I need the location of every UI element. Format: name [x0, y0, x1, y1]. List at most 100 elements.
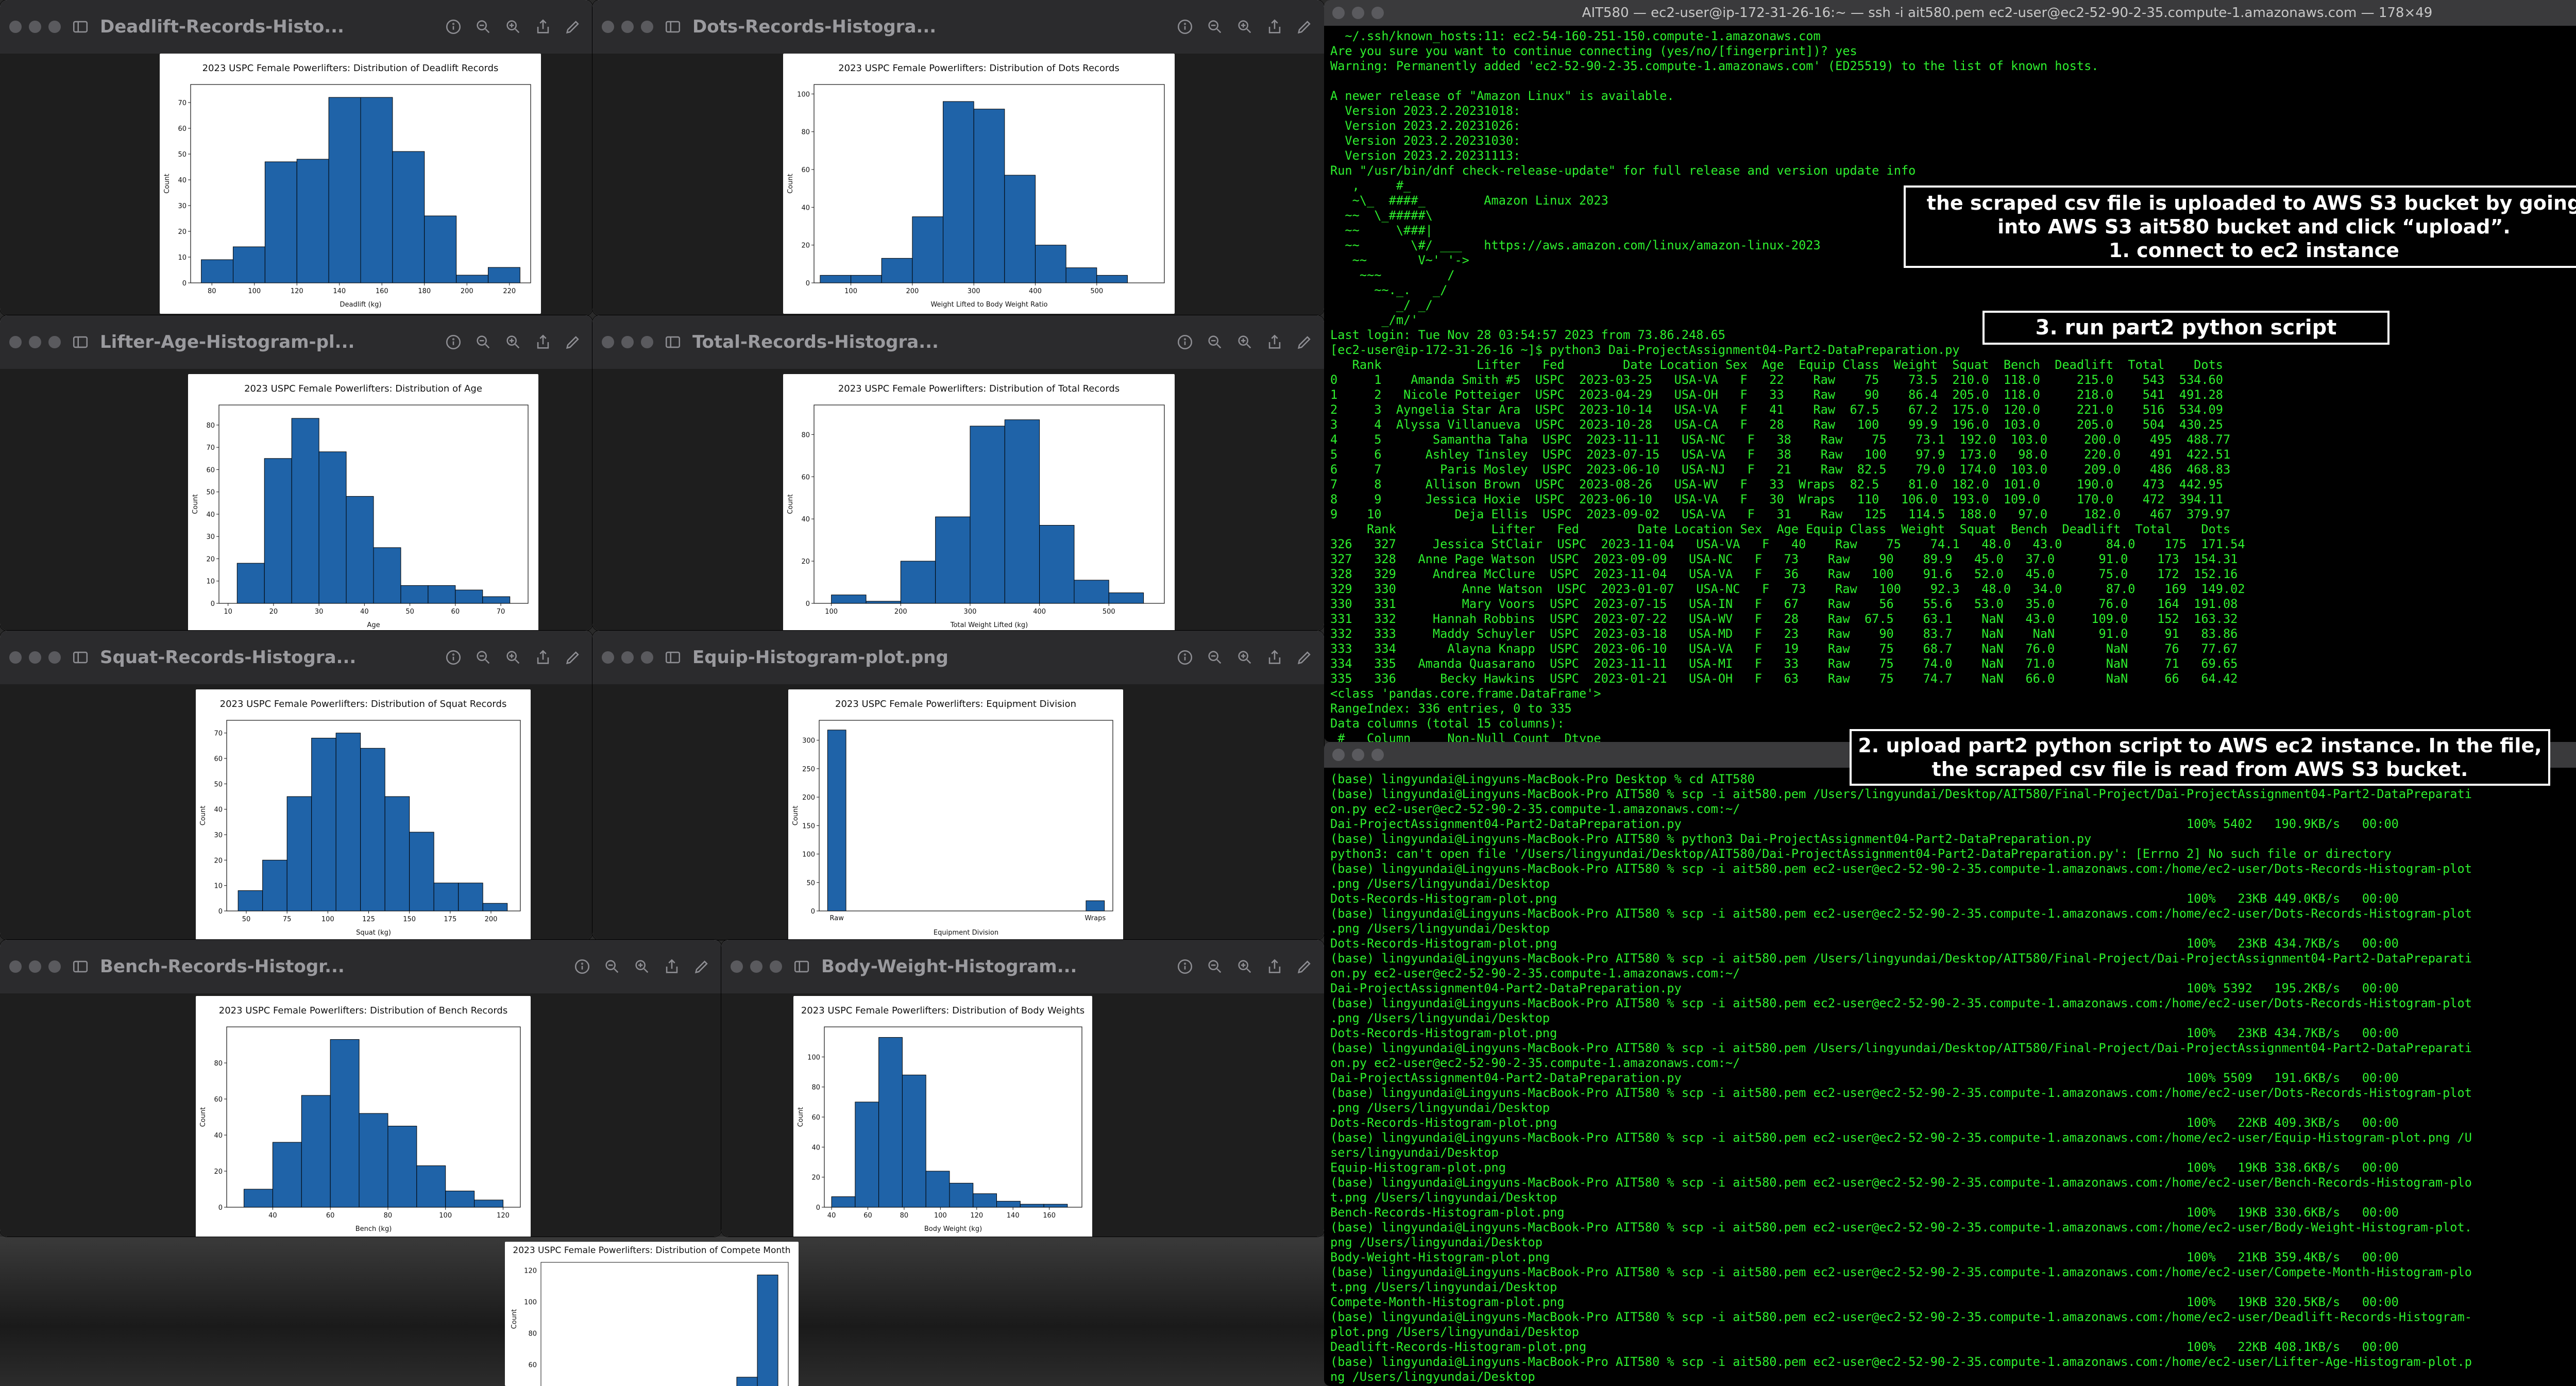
- terminal-window-local[interactable]: AIT580 — -zsh (base) lingyundai@Lingyuns…: [1324, 742, 2576, 1386]
- image-canvas[interactable]: 2023 USPC Female Powerlifters: Equipment…: [592, 684, 1324, 940]
- share-icon[interactable]: [533, 16, 553, 37]
- zoom-button[interactable]: [1371, 7, 1384, 19]
- info-icon[interactable]: [443, 647, 464, 668]
- close-button[interactable]: [1332, 7, 1345, 19]
- info-icon[interactable]: [1175, 956, 1195, 977]
- close-button[interactable]: [9, 651, 22, 664]
- zoom-out-icon[interactable]: [473, 16, 494, 37]
- zoom-out-icon[interactable]: [1205, 956, 1225, 977]
- zoom-button[interactable]: [48, 21, 61, 33]
- zoom-button[interactable]: [641, 21, 653, 33]
- minimize-button[interactable]: [29, 336, 41, 348]
- close-button[interactable]: [1332, 749, 1345, 761]
- image-canvas[interactable]: 2023 USPC Female Powerlifters: Distribut…: [0, 684, 592, 940]
- markup-icon[interactable]: [563, 16, 583, 37]
- info-icon[interactable]: [1175, 332, 1195, 352]
- image-canvas[interactable]: 2023 USPC Female Powerlifters: Distribut…: [592, 54, 1324, 315]
- minimize-button[interactable]: [29, 21, 41, 33]
- close-button[interactable]: [9, 21, 22, 33]
- share-icon[interactable]: [1264, 16, 1285, 37]
- zoom-out-icon[interactable]: [602, 956, 622, 977]
- minimize-button[interactable]: [29, 651, 41, 664]
- zoom-in-icon[interactable]: [1234, 332, 1255, 352]
- terminal-window-ssh[interactable]: AIT580 — ec2-user@ip-172-31-26-16:~ — ss…: [1324, 0, 2576, 742]
- zoom-out-icon[interactable]: [1205, 647, 1225, 668]
- share-icon[interactable]: [1264, 332, 1285, 352]
- image-canvas[interactable]: 2023 USPC Female Powerlifters: Distribut…: [721, 993, 1324, 1237]
- share-icon[interactable]: [662, 956, 682, 977]
- share-icon[interactable]: [533, 647, 553, 668]
- image-canvas[interactable]: 2023 USPC Female Powerlifters: Distribut…: [592, 369, 1324, 631]
- minimize-button[interactable]: [1352, 7, 1364, 19]
- preview-window[interactable]: Squat-Records-Histogra... 2023 USPC Femal…: [0, 631, 592, 940]
- image-canvas[interactable]: 2023 USPC Female Powerlifters: Distribut…: [0, 54, 592, 315]
- close-button[interactable]: [731, 960, 743, 973]
- info-icon[interactable]: [443, 332, 464, 352]
- close-button[interactable]: [9, 960, 22, 973]
- sidebar-icon[interactable]: [663, 647, 683, 668]
- zoom-in-icon[interactable]: [503, 332, 523, 352]
- minimize-button[interactable]: [1352, 749, 1364, 761]
- preview-toolbar[interactable]: Squat-Records-Histogra...: [0, 631, 592, 684]
- share-icon[interactable]: [1264, 956, 1285, 977]
- minimize-button[interactable]: [621, 21, 634, 33]
- sidebar-icon[interactable]: [70, 332, 91, 352]
- markup-icon[interactable]: [691, 956, 712, 977]
- zoom-in-icon[interactable]: [1234, 16, 1255, 37]
- sidebar-icon[interactable]: [70, 16, 91, 37]
- close-button[interactable]: [602, 21, 614, 33]
- sidebar-icon[interactable]: [663, 16, 683, 37]
- preview-toolbar[interactable]: Bench-Records-Histogr...: [0, 940, 721, 993]
- image-canvas[interactable]: 2023 USPC Female Powerlifters: Distribut…: [0, 369, 592, 631]
- zoom-button[interactable]: [48, 960, 61, 973]
- zoom-button[interactable]: [641, 336, 653, 348]
- markup-icon[interactable]: [563, 332, 583, 352]
- sidebar-icon[interactable]: [791, 956, 812, 977]
- info-icon[interactable]: [572, 956, 592, 977]
- preview-window[interactable]: Lifter-Age-Histogram-pl... 2023 USPC Fema…: [0, 315, 592, 631]
- close-button[interactable]: [602, 336, 614, 348]
- preview-toolbar[interactable]: Body-Weight-Histogram...: [721, 940, 1324, 993]
- close-button[interactable]: [9, 336, 22, 348]
- preview-toolbar[interactable]: Total-Records-Histogra...: [592, 315, 1324, 369]
- zoom-out-icon[interactable]: [1205, 332, 1225, 352]
- close-button[interactable]: [602, 651, 614, 664]
- zoom-button[interactable]: [48, 651, 61, 664]
- zoom-in-icon[interactable]: [503, 647, 523, 668]
- zoom-in-icon[interactable]: [632, 956, 652, 977]
- sidebar-icon[interactable]: [70, 956, 91, 977]
- zoom-out-icon[interactable]: [1205, 16, 1225, 37]
- terminal-output[interactable]: (base) lingyundai@Lingyuns-MacBook-Pro D…: [1330, 772, 2576, 1386]
- preview-toolbar[interactable]: Dots-Records-Histogra...: [592, 0, 1324, 54]
- share-icon[interactable]: [533, 332, 553, 352]
- terminal-output[interactable]: ~/.ssh/known_hosts:11: ec2-54-160-251-15…: [1330, 29, 2576, 742]
- zoom-button[interactable]: [48, 336, 61, 348]
- share-icon[interactable]: [1264, 647, 1285, 668]
- image-canvas[interactable]: 2023 USPC Female Powerlifters: Distribut…: [0, 993, 721, 1237]
- zoom-in-icon[interactable]: [1234, 956, 1255, 977]
- minimize-button[interactable]: [750, 960, 762, 973]
- zoom-button[interactable]: [641, 651, 653, 664]
- preview-toolbar[interactable]: Equip-Histogram-plot.png: [592, 631, 1324, 684]
- markup-icon[interactable]: [563, 647, 583, 668]
- minimize-button[interactable]: [621, 336, 634, 348]
- terminal-titlebar[interactable]: AIT580 — ec2-user@ip-172-31-26-16:~ — ss…: [1324, 0, 2576, 26]
- preview-toolbar[interactable]: Lifter-Age-Histogram-pl...: [0, 315, 592, 369]
- zoom-button[interactable]: [1371, 749, 1384, 761]
- markup-icon[interactable]: [1294, 956, 1315, 977]
- minimize-button[interactable]: [29, 960, 41, 973]
- markup-icon[interactable]: [1294, 647, 1315, 668]
- markup-icon[interactable]: [1294, 332, 1315, 352]
- preview-window[interactable]: Deadlift-Records-Histo... 2023 USPC Femal…: [0, 0, 592, 315]
- preview-window[interactable]: Equip-Histogram-plot.png 2023 USPC Female…: [592, 631, 1324, 940]
- markup-icon[interactable]: [1294, 16, 1315, 37]
- preview-toolbar[interactable]: Deadlift-Records-Histo...: [0, 0, 592, 54]
- zoom-button[interactable]: [770, 960, 782, 973]
- info-icon[interactable]: [1175, 647, 1195, 668]
- sidebar-icon[interactable]: [663, 332, 683, 352]
- preview-window[interactable]: Body-Weight-Histogram... 2023 USPC Female…: [721, 940, 1324, 1237]
- preview-window[interactable]: Bench-Records-Histogr... 2023 USPC Female…: [0, 940, 721, 1237]
- zoom-out-icon[interactable]: [473, 647, 494, 668]
- zoom-out-icon[interactable]: [473, 332, 494, 352]
- preview-window[interactable]: Dots-Records-Histogra... 2023 USPC Female…: [592, 0, 1324, 315]
